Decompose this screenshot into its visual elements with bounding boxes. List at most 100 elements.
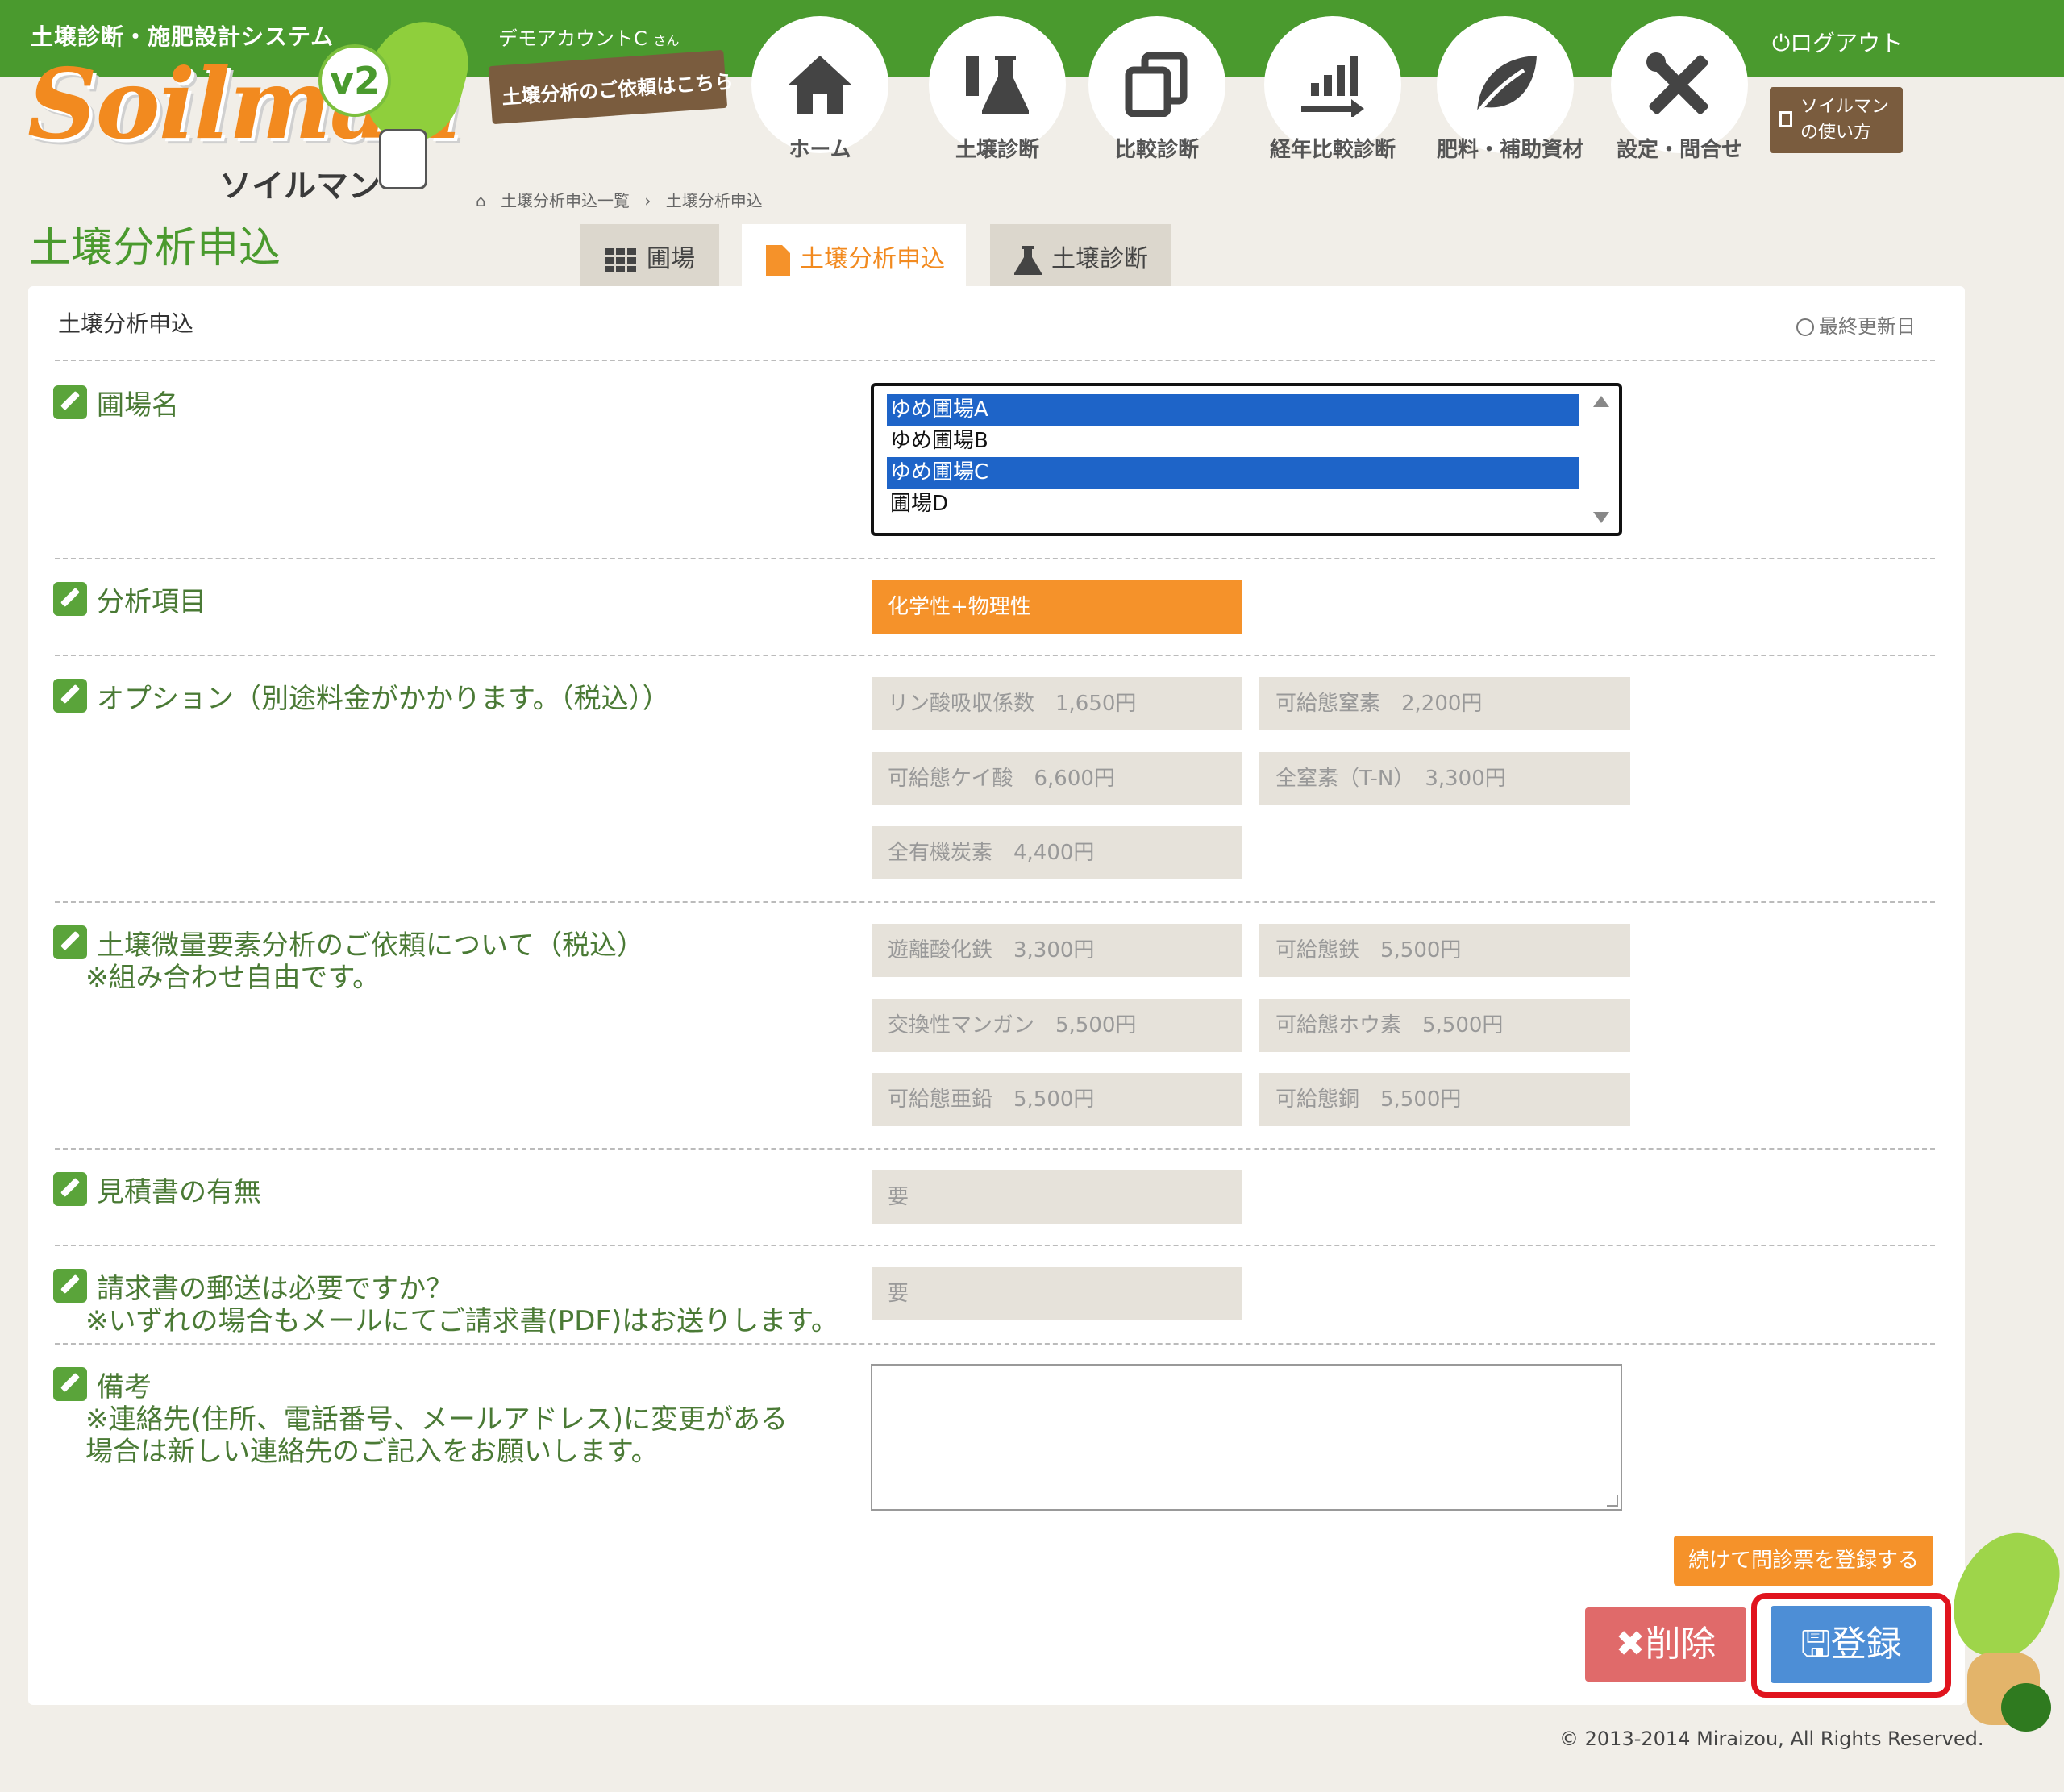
tab-soil-diagnosis[interactable]: 土壌診断 [990, 224, 1171, 287]
scroll-up-arrow[interactable] [1593, 396, 1609, 407]
divider [55, 1343, 1935, 1345]
nav-soil-diagnosis-label: 土壌診断 [955, 138, 1039, 162]
copy-icon [1125, 52, 1188, 117]
option-phosphate-absorption[interactable]: リン酸吸収係数 1,650円 [872, 677, 1242, 730]
analysis-items-label: 分析項目 [53, 582, 206, 618]
watermelon-icon [2001, 1683, 2051, 1732]
save-icon: 🖫 [1800, 1624, 1831, 1665]
mascot-body [379, 129, 427, 189]
field-name-label: 圃場名 [53, 385, 179, 422]
pencil-icon [53, 1367, 87, 1401]
remarks-label-text: 備考 [97, 1371, 152, 1403]
flask-icon [966, 56, 1029, 114]
power-icon: ⏻ [1772, 30, 1791, 56]
invoice-required-option[interactable]: 要 [872, 1267, 1242, 1320]
nav-yearly-compare-label: 経年比較診断 [1269, 138, 1396, 162]
nav-yearly-compare[interactable]: 経年比較診断 [1264, 16, 1401, 177]
panel-title: 土壌分析申込 [58, 310, 194, 337]
breadcrumb-separator: › [644, 191, 651, 210]
nav-settings-label: 設定・問合せ [1616, 138, 1742, 162]
option-total-organic-carbon[interactable]: 全有機炭素 4,400円 [872, 826, 1242, 879]
version-badge: v2 [318, 44, 391, 117]
analysis-items-label-text: 分析項目 [97, 586, 206, 618]
leaf-icon [1475, 56, 1537, 115]
trace-available-iron[interactable]: 可給態鉄 5,500円 [1259, 924, 1630, 977]
nav-settings[interactable]: 設定・問合せ [1611, 16, 1748, 177]
document-icon [766, 244, 790, 276]
bar-chart-arrow-icon [1301, 56, 1364, 117]
home-icon [789, 56, 851, 114]
flask-icon [1014, 245, 1042, 275]
copyright: © 2013-2014 Miraizou, All Rights Reserve… [1559, 1728, 1984, 1750]
resize-grip-icon[interactable] [1607, 1495, 1618, 1507]
register-questionnaire-button[interactable]: 続けて問診票を登録する [1674, 1536, 1933, 1586]
nav-fertilizer[interactable]: 肥料・補助資材 [1437, 16, 1583, 177]
tab-field-label: 圃場 [647, 245, 695, 273]
option-available-nitrogen[interactable]: 可給態窒素 2,200円 [1259, 677, 1630, 730]
estimate-label: 見積書の有無 [53, 1172, 261, 1208]
remarks-label: 備考 ※連絡先(住所、電話番号、メールアドレス)に変更がある 場合は新しい連絡先… [53, 1367, 788, 1468]
estimate-required-option[interactable]: 要 [872, 1170, 1242, 1224]
nav-compare[interactable]: 比較診断 [1088, 16, 1226, 177]
invoice-mail-label-text: 請求書の郵送は必要ですか？ [97, 1273, 453, 1305]
divider [55, 558, 1935, 559]
divider [55, 901, 1935, 903]
last-updated-label: 最終更新日 [1819, 315, 1916, 338]
pencil-icon [53, 1269, 87, 1303]
trace-elements-label: 土壌微量要素分析のご依頼について（税込） ※組み合わせ自由です。 [53, 925, 644, 994]
field-option[interactable]: ゆめ圃場A [887, 394, 1579, 426]
account-name: デモアカウントC さん [498, 23, 679, 51]
field-option[interactable]: ゆめ圃場C [887, 457, 1579, 489]
nav-soil-diagnosis[interactable]: 土壌診断 [929, 16, 1066, 177]
grid-icon [605, 247, 636, 272]
trace-free-iron-oxide[interactable]: 遊離酸化鉄 3,300円 [872, 924, 1242, 977]
delete-button-label: 削除 [1645, 1624, 1717, 1665]
document-icon [1779, 111, 1792, 127]
manual-button[interactable]: ソイルマン の使い方 [1770, 87, 1903, 153]
field-select-listbox[interactable]: ゆめ圃場A ゆめ圃場B ゆめ圃場C 圃場D [871, 383, 1622, 536]
trace-exchangeable-manganese[interactable]: 交換性マンガン 5,500円 [872, 999, 1242, 1052]
remarks-textarea[interactable] [871, 1364, 1622, 1511]
scroll-down-arrow[interactable] [1593, 512, 1609, 523]
delete-button[interactable]: ✖削除 [1585, 1607, 1746, 1682]
pencil-icon [53, 582, 87, 616]
pencil-icon [53, 925, 87, 959]
pencil-icon [53, 1172, 87, 1206]
account-suffix: さん [653, 33, 680, 48]
trace-available-boron[interactable]: 可給態ホウ素 5,500円 [1259, 999, 1630, 1052]
logout-link[interactable]: ⏻ログアウト [1772, 26, 1903, 58]
divider [55, 1245, 1935, 1246]
home-icon[interactable]: ⌂ [476, 191, 486, 210]
field-option[interactable]: ゆめ圃場B [887, 426, 1579, 457]
nav-compare-label: 比較診断 [1114, 138, 1199, 162]
remarks-note-line2: 場合は新しい連絡先のご記入をお願いします。 [85, 1436, 659, 1468]
system-name: 土壌診断・施肥設計システム [31, 23, 335, 50]
logout-label: ログアウト [1790, 30, 1904, 56]
divider [55, 655, 1935, 656]
account-name-text: デモアカウントC [498, 27, 647, 50]
trace-elements-note: ※組み合わせ自由です。 [85, 962, 381, 994]
option-total-nitrogen[interactable]: 全窒素（T-N） 3,300円 [1259, 752, 1630, 805]
breadcrumb-current: 土壌分析申込 [665, 191, 763, 210]
breadcrumb-list-link[interactable]: 土壌分析申込一覧 [501, 191, 630, 210]
option-available-silicic-acid[interactable]: 可給態ケイ酸 6,600円 [872, 752, 1242, 805]
pencil-icon [53, 385, 87, 419]
analysis-chemical-physical-option[interactable]: 化学性+物理性 [872, 580, 1242, 634]
invoice-mail-note: ※いずれの場合もメールにてご請求書(PDF)はお送りします。 [85, 1305, 838, 1337]
invoice-mail-label: 請求書の郵送は必要ですか？ ※いずれの場合もメールにてご請求書(PDF)はお送り… [53, 1269, 838, 1337]
register-button[interactable]: 🖫登録 [1771, 1606, 1932, 1683]
options-label-text: オプション（別途料金がかかります。（税込）） [97, 683, 670, 715]
pencil-icon [53, 679, 87, 713]
tab-soil-analysis-request[interactable]: 土壌分析申込 [742, 224, 966, 287]
field-option[interactable]: 圃場D [887, 489, 1579, 520]
nav-home[interactable]: ホーム [751, 16, 888, 177]
clock-icon [1796, 318, 1814, 336]
trace-available-zinc[interactable]: 可給態亜鉛 5,500円 [872, 1073, 1242, 1126]
app-logo-kana: ソイルマン [219, 168, 381, 205]
tab-field[interactable]: 圃場 [580, 224, 719, 287]
page-title: 土壌分析申込 [29, 224, 281, 272]
field-name-label-text: 圃場名 [97, 389, 179, 422]
manual-button-line2: の使い方 [1800, 123, 1872, 143]
trace-available-copper[interactable]: 可給態銅 5,500円 [1259, 1073, 1630, 1126]
register-button-label: 登録 [1830, 1624, 1902, 1665]
